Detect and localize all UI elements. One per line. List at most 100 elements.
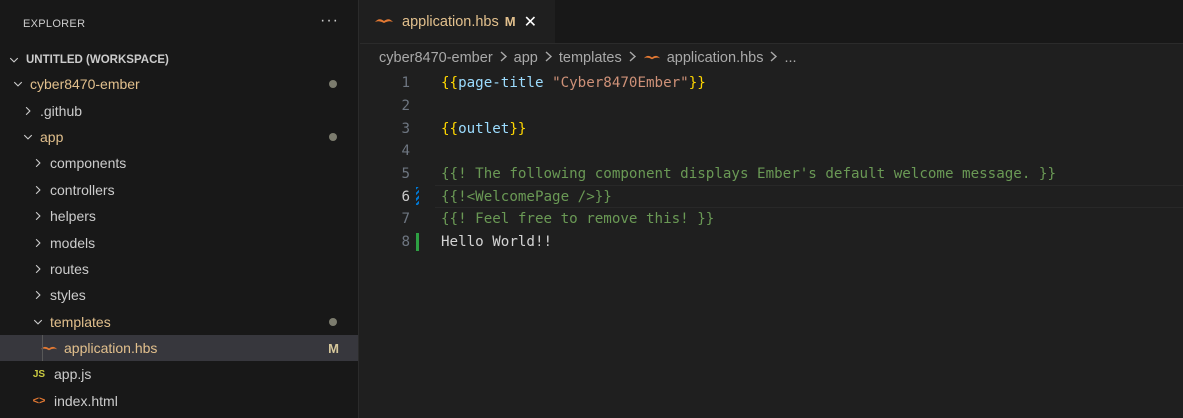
chevron-right-icon (628, 50, 637, 66)
editor-area: application.hbs M ✕ cyber8470-ember app te… (360, 0, 1183, 418)
explorer-title: EXPLORER (23, 18, 86, 30)
tree-item-label: application.hbs (64, 340, 158, 357)
tab-application-hbs[interactable]: application.hbs M ✕ (360, 0, 555, 43)
line-number: 2 (401, 98, 410, 115)
code-line[interactable]: 1 {{page-title "Cyber8470Ember"}} (360, 72, 1183, 95)
code-line[interactable]: 4 (360, 140, 1183, 163)
tree-item-label: templates (50, 313, 111, 330)
gutter-added-marker[interactable] (416, 232, 419, 251)
tree-item-label: helpers (50, 208, 96, 225)
breadcrumb-label: app (513, 50, 538, 66)
code-text: {{!<WelcomePage />}} (441, 189, 612, 205)
explorer-sidebar: EXPLORER ··· UNTITLED (WORKSPACE) cyber8… (0, 0, 359, 418)
chevron-right-icon (30, 182, 46, 198)
tree-item-app[interactable]: app (0, 124, 358, 150)
code-token: page-title (458, 75, 544, 92)
code-token: {{ (441, 75, 459, 92)
code-line[interactable]: 6 {{!<WelcomePage />}} (360, 185, 1183, 209)
modified-dot (329, 80, 337, 89)
code-line[interactable]: 2 (360, 95, 1183, 118)
code-text: {{outlet}} (441, 121, 526, 137)
tab-bar: application.hbs M ✕ (360, 0, 1183, 44)
code-editor[interactable]: 1 {{page-title "Cyber8470Ember"}} 2 3 {{outl… (360, 72, 1183, 254)
code-token: }} (509, 120, 527, 137)
tree-item-controllers[interactable]: controllers (0, 177, 358, 203)
breadcrumb-item[interactable]: app (514, 50, 538, 66)
code-token: {{! The following component displays Emb… (441, 166, 1056, 183)
chevron-down-icon (20, 129, 36, 145)
line-number: 8 (401, 234, 410, 251)
chevron-right-icon (20, 103, 36, 119)
workspace-header[interactable]: UNTITLED (WORKSPACE) (0, 49, 358, 71)
code-text: {{page-title "Cyber8470Ember"}} (441, 75, 706, 91)
chevron-down-icon (30, 314, 46, 330)
tree-item-label: components (50, 155, 127, 172)
tree-item-label: index.html (54, 392, 118, 409)
line-number: 6 (401, 188, 410, 205)
tree-item-cyber8470-ember[interactable]: cyber8470-ember (0, 71, 358, 97)
code-token: }} (688, 75, 706, 92)
tree-item-label: .github (40, 102, 83, 119)
breadcrumb-label: ... (784, 50, 797, 66)
modified-dot (329, 132, 337, 141)
handlebars-icon (374, 14, 394, 30)
handlebars-icon (643, 50, 661, 66)
tree-item-routes[interactable]: routes (0, 256, 358, 282)
chevron-right-icon (769, 50, 778, 66)
tree-item-label: cyber8470-ember (30, 76, 140, 93)
code-token: Hello World!! (441, 234, 553, 251)
tree-item-components[interactable]: components (0, 150, 358, 176)
explorer-header: EXPLORER ··· (0, 0, 358, 48)
breadcrumb-item[interactable]: templates (559, 50, 622, 66)
chevron-right-icon (499, 50, 508, 66)
chevron-down-icon (6, 52, 22, 68)
tab-label: application.hbs (402, 13, 499, 30)
breadcrumb-item[interactable]: ... (784, 50, 796, 66)
file-tree: cyber8470-ember .github app components contr… (0, 71, 358, 414)
tree-item-github[interactable]: .github (0, 97, 358, 123)
more-actions-icon[interactable]: ··· (320, 13, 339, 29)
javascript-icon: JS (32, 368, 46, 380)
close-icon[interactable]: ✕ (524, 12, 537, 32)
chevron-right-icon (30, 235, 46, 251)
line-number: 3 (401, 120, 410, 137)
chevron-right-icon (30, 208, 46, 224)
code-token: {{ (441, 120, 459, 137)
breadcrumb-item[interactable]: cyber8470-ember (379, 50, 493, 66)
tree-item-templates[interactable]: templates (0, 309, 358, 335)
chevron-right-icon (30, 287, 46, 303)
tree-item-helpers[interactable]: helpers (0, 203, 358, 229)
line-number: 5 (401, 166, 410, 183)
tree-item-index-html[interactable]: <> index.html (0, 388, 358, 414)
tree-item-label: app (40, 128, 64, 145)
html-icon: <> (32, 394, 46, 407)
line-number: 1 (401, 75, 410, 92)
breadcrumb-label: application.hbs (666, 50, 764, 66)
breadcrumb-item[interactable]: application.hbs (643, 50, 764, 66)
chevron-right-icon (30, 261, 46, 277)
gutter-modified-marker[interactable] (416, 187, 419, 206)
tree-item-application-hbs[interactable]: application.hbs M (0, 334, 358, 362)
modified-dot (329, 317, 337, 326)
code-text: {{! The following component displays Emb… (441, 166, 1056, 182)
breadcrumb: cyber8470-ember app templates application.h… (360, 44, 1183, 72)
code-line[interactable]: 3 {{outlet}} (360, 117, 1183, 140)
tree-item-label: styles (50, 287, 86, 304)
code-line[interactable]: 8 Hello World!! (360, 231, 1183, 254)
code-line[interactable]: 7 {{! Feel free to remove this! }} (360, 208, 1183, 231)
tree-item-label: app.js (54, 366, 92, 383)
tree-item-styles[interactable]: styles (0, 282, 358, 308)
tree-item-label: controllers (50, 181, 115, 198)
chevron-right-icon (544, 50, 553, 66)
tree-item-app-js[interactable]: JS app.js (0, 361, 358, 387)
breadcrumb-label: templates (558, 50, 622, 66)
indent-guide (42, 334, 43, 362)
chevron-down-icon (10, 76, 26, 92)
line-number: 7 (401, 211, 410, 228)
tree-item-models[interactable]: models (0, 229, 358, 255)
code-line[interactable]: 5 {{! The following component displays Em… (360, 163, 1183, 186)
breadcrumb-label: cyber8470-ember (379, 50, 493, 66)
code-token: outlet (458, 120, 510, 137)
code-token: "Cyber8470Ember" (552, 75, 689, 92)
